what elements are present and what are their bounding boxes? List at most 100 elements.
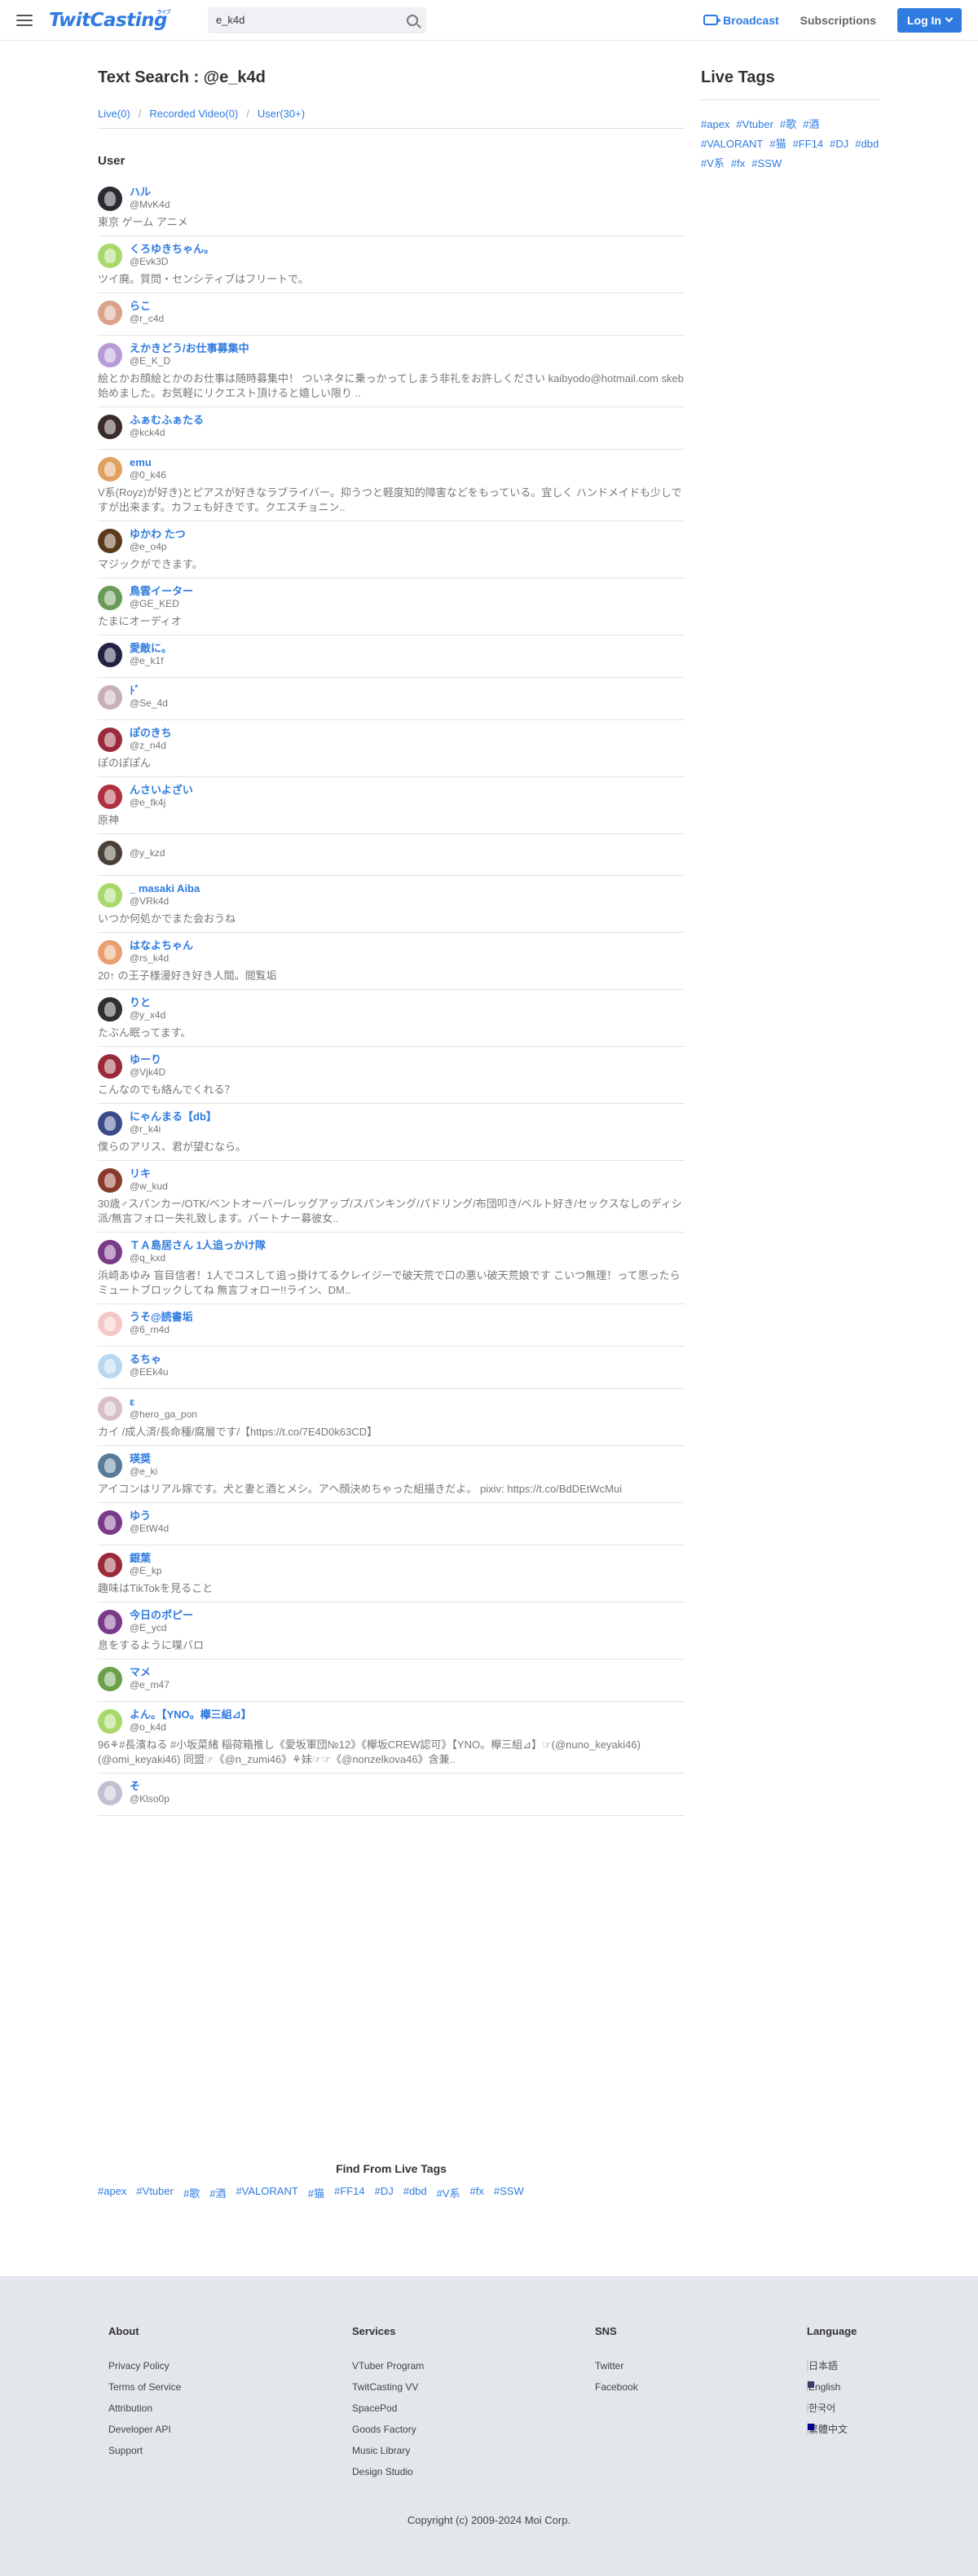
avatar[interactable] [98, 1311, 122, 1336]
avatar[interactable] [98, 300, 122, 325]
user-list-item[interactable]: るちゃ @EEk4u [98, 1347, 685, 1389]
avatar[interactable] [98, 727, 122, 752]
footer-link[interactable]: Attribution [108, 2398, 181, 2419]
search-input[interactable] [215, 14, 407, 26]
footer-link[interactable]: VTuber Program [352, 2355, 424, 2376]
tag-link[interactable]: #SSW [751, 154, 782, 174]
user-name[interactable]: _ masaki Aiba [130, 882, 200, 895]
tab-live[interactable]: Live(0) [98, 108, 130, 120]
user-list-item[interactable]: ふぁむふぁたる @kck4d [98, 407, 685, 450]
tag-link[interactable]: #FF14 [334, 2185, 365, 2200]
user-list-item[interactable]: くろゆきちゃん。 @Evk3D ツイ廃。質問・センシティブはフリートで。 [98, 236, 685, 293]
tag-link[interactable]: #Vtuber [736, 115, 773, 134]
user-list-item[interactable]: 愛敵に。 @e_k1f [98, 635, 685, 678]
avatar[interactable] [98, 528, 122, 553]
user-list-item[interactable]: らこ @r_c4d [98, 293, 685, 336]
user-name[interactable]: リキ [130, 1167, 168, 1180]
language-option[interactable]: 日本語 [807, 2355, 857, 2376]
user-name[interactable]: んさいよざい [130, 784, 193, 797]
footer-link[interactable]: Terms of Service [108, 2376, 181, 2398]
avatar[interactable] [98, 186, 122, 211]
user-name[interactable]: よん。【YNO。欅三組⊿】 [130, 1708, 252, 1721]
tag-link[interactable]: #FF14 [793, 134, 824, 154]
user-name[interactable]: うそ@読書垢 [130, 1311, 193, 1324]
footer-link[interactable]: Goods Factory [352, 2419, 424, 2440]
avatar[interactable] [98, 342, 122, 367]
tag-link[interactable]: #DJ [375, 2185, 394, 2200]
tag-link[interactable]: #fx [470, 2185, 484, 2200]
user-list-item[interactable]: 鳥雲イーター @GE_KED たまにオーディオ [98, 578, 685, 635]
user-name[interactable]: マメ [130, 1666, 170, 1679]
user-list-item[interactable]: ゆーり @Vjk4D こんなのでも絡んでくれる？ [98, 1047, 685, 1104]
avatar[interactable] [98, 1708, 122, 1734]
user-name[interactable]: えかきどう/お仕事募集中 [130, 342, 249, 355]
avatar[interactable] [98, 784, 122, 809]
user-name[interactable]: emu [130, 456, 166, 469]
user-name[interactable]: にゃんまる【db】 [130, 1110, 217, 1123]
user-list-item[interactable]: 瑛奨 @e_ki アイコンはリアル嫁です。犬と妻と酒とメシ。アヘ顔決めちゃった組描き… [98, 1446, 685, 1503]
avatar[interactable] [98, 1552, 122, 1577]
tag-link[interactable]: #V系 [701, 154, 725, 174]
avatar[interactable] [98, 1780, 122, 1805]
tag-link[interactable]: #酒 [803, 115, 819, 134]
language-option[interactable]: 繁體中文 [807, 2419, 857, 2440]
user-list-item[interactable]: ゆかわ たつ @e_o4p マジックができます。 [98, 521, 685, 578]
user-name[interactable]: くろゆきちゃん。 [130, 243, 214, 256]
user-list-item[interactable]: 銀葉 @E_kp 趣味はTikTokを見ること [98, 1545, 685, 1602]
user-list-item[interactable]: @y_kzd [98, 834, 685, 876]
search-icon[interactable] [406, 14, 418, 26]
user-list-item[interactable]: ハル @MvK4d 東京 ゲーム アニメ [98, 179, 685, 236]
user-name[interactable]: ゆう [130, 1510, 169, 1523]
footer-link[interactable]: Facebook [595, 2376, 638, 2398]
footer-link[interactable]: Privacy Policy [108, 2355, 181, 2376]
user-name[interactable]: りと [130, 996, 165, 1009]
avatar[interactable] [98, 243, 122, 268]
avatar[interactable] [98, 939, 122, 965]
user-list-item[interactable]: ＴＡ島居さん 1人追っかけ隊 @q_kxd 浜崎あゆみ 盲目信者！1人でコスして追っ… [98, 1233, 685, 1304]
tag-link[interactable]: #酒 [209, 2185, 226, 2200]
user-name[interactable]: 今日のポピー [130, 1609, 193, 1622]
tag-link[interactable]: #V系 [437, 2185, 460, 2200]
avatar[interactable] [98, 585, 122, 610]
user-name[interactable]: 鳥雲イーター [130, 585, 193, 598]
avatar[interactable] [98, 456, 122, 481]
user-list-item[interactable]: ぽのきち @z_n4d ぽのぽぽん [98, 720, 685, 777]
tag-link[interactable]: #VALORANT [236, 2185, 297, 2200]
avatar[interactable] [98, 996, 122, 1022]
user-list-item[interactable]: んさいよざい @e_fk4j 原神 [98, 777, 685, 834]
twitcasting-logo[interactable]: TwitCasting ライブ [49, 10, 170, 31]
user-name[interactable]: ＴＡ島居さん 1人追っかけ隊 [130, 1239, 266, 1252]
tag-link[interactable]: #SSW [494, 2185, 524, 2200]
avatar[interactable] [98, 1396, 122, 1421]
user-name[interactable]: 愛敵に。 [130, 642, 172, 655]
avatar[interactable] [98, 1453, 122, 1478]
user-name[interactable]: ゆかわ たつ [130, 528, 186, 541]
user-list-item[interactable]: りと @y_x4d たぶん眠ってます。 [98, 990, 685, 1047]
tag-link[interactable]: #猫 [769, 134, 786, 154]
avatar[interactable] [98, 841, 122, 865]
footer-link[interactable]: Music Library [352, 2440, 424, 2461]
language-option[interactable]: English [807, 2376, 857, 2398]
avatar[interactable] [98, 1510, 122, 1535]
avatar[interactable] [98, 1110, 122, 1136]
user-list-item[interactable]: _ masaki Aiba @VRk4d いつか何処かでまた会おうね [98, 876, 685, 933]
user-list-item[interactable]: リキ @w_kud 30歳♂スパンカー/OTK/ベントオーバー/レッグアップ/スパン… [98, 1161, 685, 1233]
user-list-item[interactable]: emu @0_k46 V系(Royz)が好き)とピアスが好きなラブライバー。抑うつと… [98, 450, 685, 521]
user-list-item[interactable]: そ @Klso0p [98, 1774, 685, 1816]
avatar[interactable] [98, 1353, 122, 1378]
user-list-item[interactable]: はなよちゃん @rs_k4d 20↑ の王子様漫好き好き人間。閲覧垢 [98, 933, 685, 990]
user-name[interactable]: はなよちゃん [130, 939, 193, 952]
footer-link[interactable]: SpacePod [352, 2398, 424, 2419]
footer-link[interactable]: Design Studio [352, 2461, 424, 2482]
user-name[interactable]: ふぁむふぁたる [130, 414, 204, 427]
user-name[interactable]: ﾄﾞ [130, 684, 168, 697]
broadcast-link[interactable]: Broadcast [703, 14, 779, 27]
user-name[interactable]: るちゃ [130, 1353, 169, 1366]
avatar[interactable] [98, 1666, 122, 1691]
user-list-item[interactable]: よん。【YNO。欅三組⊿】 @o_k4d 96⚘#長濱ねる #小坂菜緒 稲荷箱推し《… [98, 1702, 685, 1774]
avatar[interactable] [98, 1239, 122, 1264]
footer-link[interactable]: TwitCasting VV [352, 2376, 424, 2398]
tag-link[interactable]: #歌 [780, 115, 796, 134]
subscriptions-link[interactable]: Subscriptions [800, 14, 876, 27]
user-list-item[interactable]: マメ @e_m47 [98, 1659, 685, 1702]
